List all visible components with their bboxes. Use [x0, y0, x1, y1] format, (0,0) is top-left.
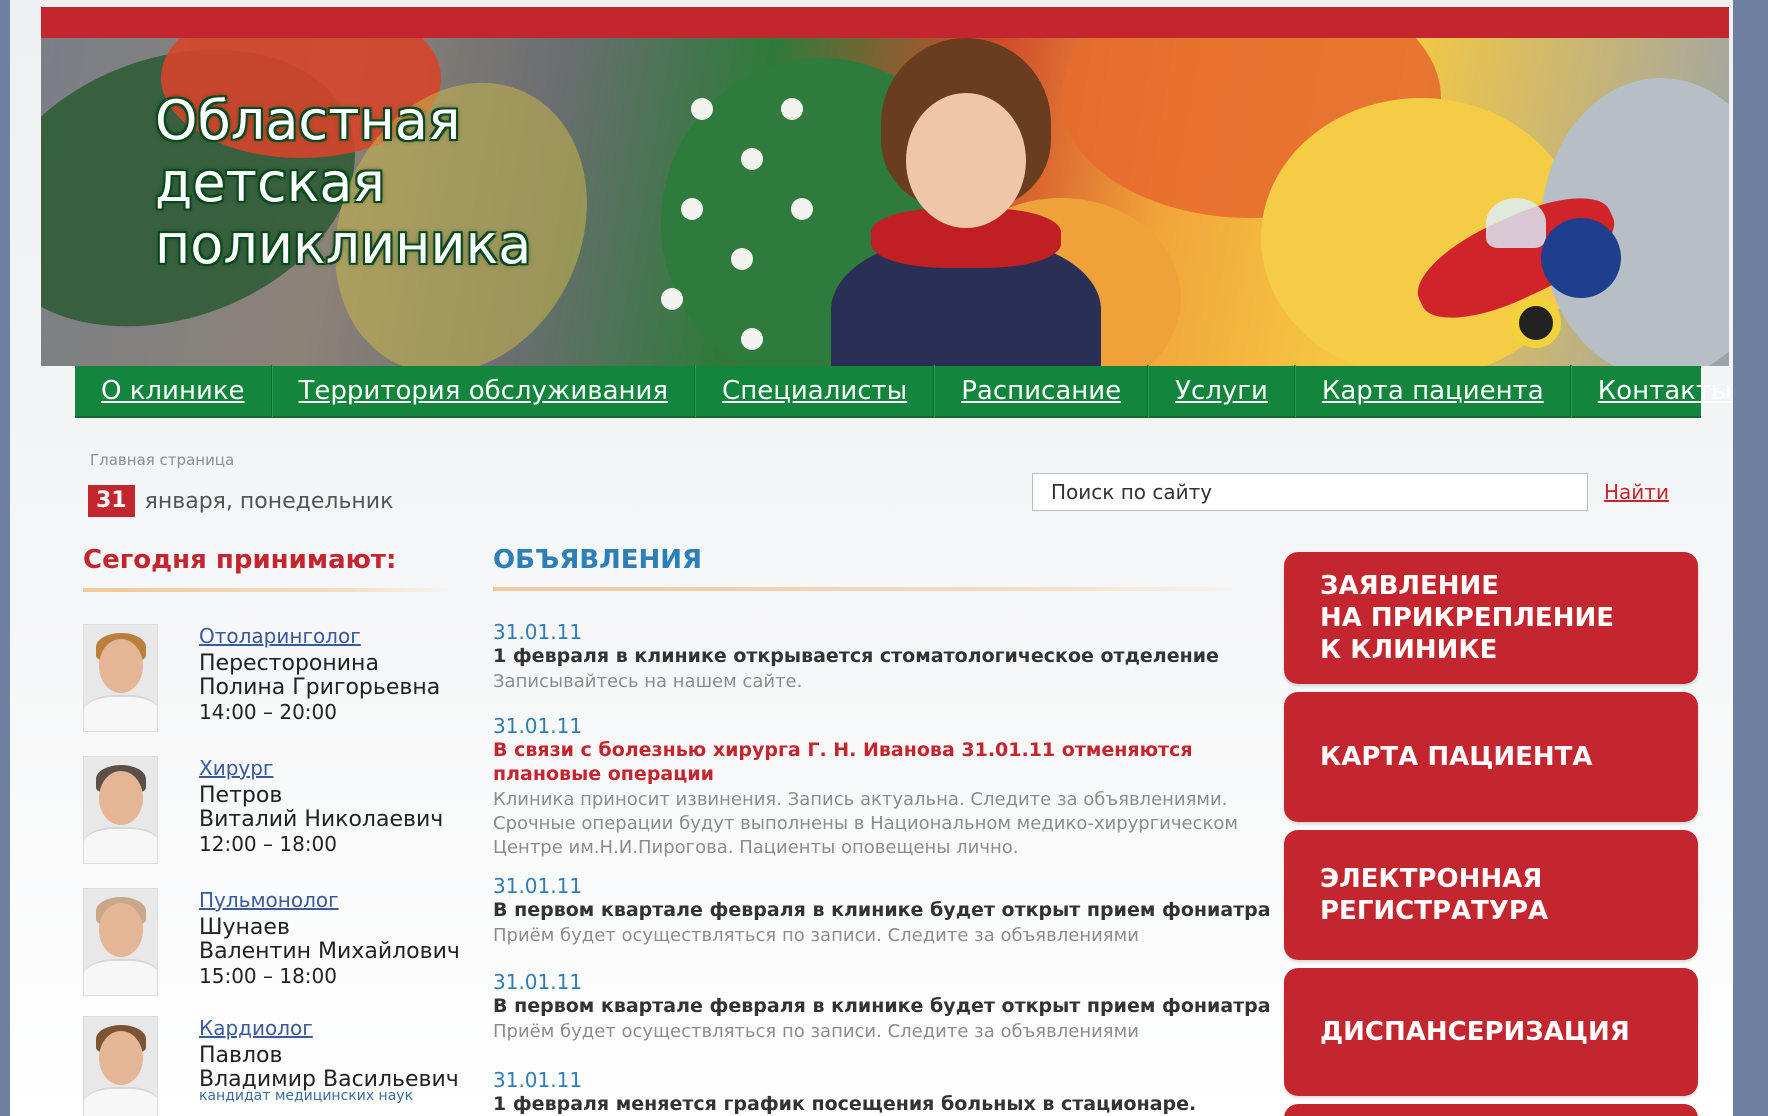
site-title-line: детская [155, 151, 385, 214]
more-button[interactable] [1284, 1104, 1698, 1116]
doctor-specialty-link[interactable]: Пульмонолог [199, 888, 339, 912]
doctor-name: Пересторонина Полина Григорьевна [199, 651, 441, 700]
nav-item-about[interactable]: О клинике [75, 365, 272, 417]
announcement-item: 31.01.11 1 февраля меняется график посещ… [493, 1068, 1273, 1116]
announcement-date: 31.01.11 [493, 1068, 583, 1092]
divider [493, 587, 1243, 591]
announcement-item: 31.01.11 В первом квартале февраля в кли… [493, 874, 1273, 948]
doctor-name: Петров Виталий Николаевич [199, 783, 444, 832]
doctor-specialty-link[interactable]: Кардиолог [199, 1016, 313, 1040]
site-title-line: поликлиника [155, 213, 532, 276]
main-nav: О клинике Территория обслуживания Специа… [75, 365, 1732, 418]
doctor-photo [83, 624, 158, 732]
electronic-registry-button[interactable]: ЭЛЕКТРОННАЯ РЕГИСТРАТУРА [1284, 830, 1698, 960]
announcement-date: 31.01.11 [493, 714, 583, 738]
page-gutter [1733, 0, 1768, 1116]
nav-item-specialists[interactable]: Специалисты [695, 365, 935, 417]
announcement-title[interactable]: В первом квартале февраля в клинике буде… [493, 898, 1273, 922]
announcement-text: Приём будет осуществляться по записи. Сл… [493, 925, 1139, 946]
divider [83, 588, 455, 592]
search-button[interactable]: Найти [1604, 480, 1669, 504]
announcement-title[interactable]: 1 февраля в клинике открывается стоматол… [493, 644, 1273, 668]
child-photo [801, 38, 1131, 366]
announcement-item: 31.01.11 1 февраля в клинике открывается… [493, 620, 1273, 694]
doctor-name: Шунаев Валентин Михайлович [199, 915, 460, 964]
doctor-name: Павлов Владимир Васильевич [199, 1043, 459, 1092]
toy-plane-image [1391, 158, 1631, 358]
announcement-text: Записывайтесь на нашем сайте. [493, 671, 803, 692]
search-input[interactable] [1032, 473, 1588, 511]
nav-item-territory[interactable]: Территория обслуживания [271, 365, 696, 417]
announcement-text: Клиника приносит извинения. Запись актуа… [493, 789, 1238, 858]
patient-card-button[interactable]: КАРТА ПАЦИЕНТА [1284, 692, 1698, 822]
breadcrumb[interactable]: Главная страница [90, 451, 234, 469]
doctor-hours: 12:00 – 18:00 [199, 832, 337, 856]
date-text: января, понедельник [144, 488, 394, 514]
doctor-hours: 14:00 – 20:00 [199, 700, 337, 724]
site-title-line: Областная [155, 89, 461, 152]
nav-item-schedule[interactable]: Расписание [934, 365, 1149, 417]
doctor-specialty-link[interactable]: Хирург [199, 756, 273, 780]
announcement-title[interactable]: В первом квартале февраля в клинике буде… [493, 994, 1273, 1018]
doctor-photo [83, 888, 158, 996]
announcement-title[interactable]: 1 февраля меняется график посещения боль… [493, 1092, 1273, 1116]
nav-item-services[interactable]: Услуги [1148, 365, 1295, 417]
announcement-item: 31.01.11 В первом квартале февраля в кли… [493, 970, 1273, 1044]
current-date: 31 января, понедельник [88, 485, 393, 517]
doctor-degree: кандидат медицинских наук [199, 1088, 414, 1104]
doctor-specialty-link[interactable]: Отоларинголог [199, 624, 361, 648]
announcement-title[interactable]: В связи с болезнью хирурга Г. Н. Иванова… [493, 738, 1193, 786]
nav-item-patient-card[interactable]: Карта пациента [1294, 365, 1571, 417]
doctor-photo [83, 1016, 158, 1116]
top-bar [41, 7, 1729, 40]
nav-item-contacts[interactable]: Контакты [1570, 365, 1758, 417]
announcement-date: 31.01.11 [493, 970, 583, 994]
dispensarization-button[interactable]: ДИСПАНСЕРИЗАЦИЯ [1284, 968, 1698, 1096]
attach-application-button[interactable]: ЗАЯВЛЕНИЕ НА ПРИКРЕПЛЕНИЕ К КЛИНИКЕ [1284, 552, 1698, 684]
announcement-text: Приём будет осуществляться по записи. Сл… [493, 1021, 1139, 1042]
announcement-item: 31.01.11 В связи с болезнью хирурга Г. Н… [493, 714, 1273, 860]
today-heading: Сегодня принимают: [83, 545, 397, 575]
site-title: Областная детская поликлиника [155, 90, 675, 276]
date-day-badge: 31 [88, 485, 135, 517]
doctor-hours: 15:00 – 18:00 [199, 964, 337, 988]
announcement-date: 31.01.11 [493, 874, 583, 898]
doctor-photo [83, 756, 158, 864]
announcements-heading: ОБЪЯВЛЕНИЯ [493, 545, 703, 575]
announcement-date: 31.01.11 [493, 620, 583, 644]
